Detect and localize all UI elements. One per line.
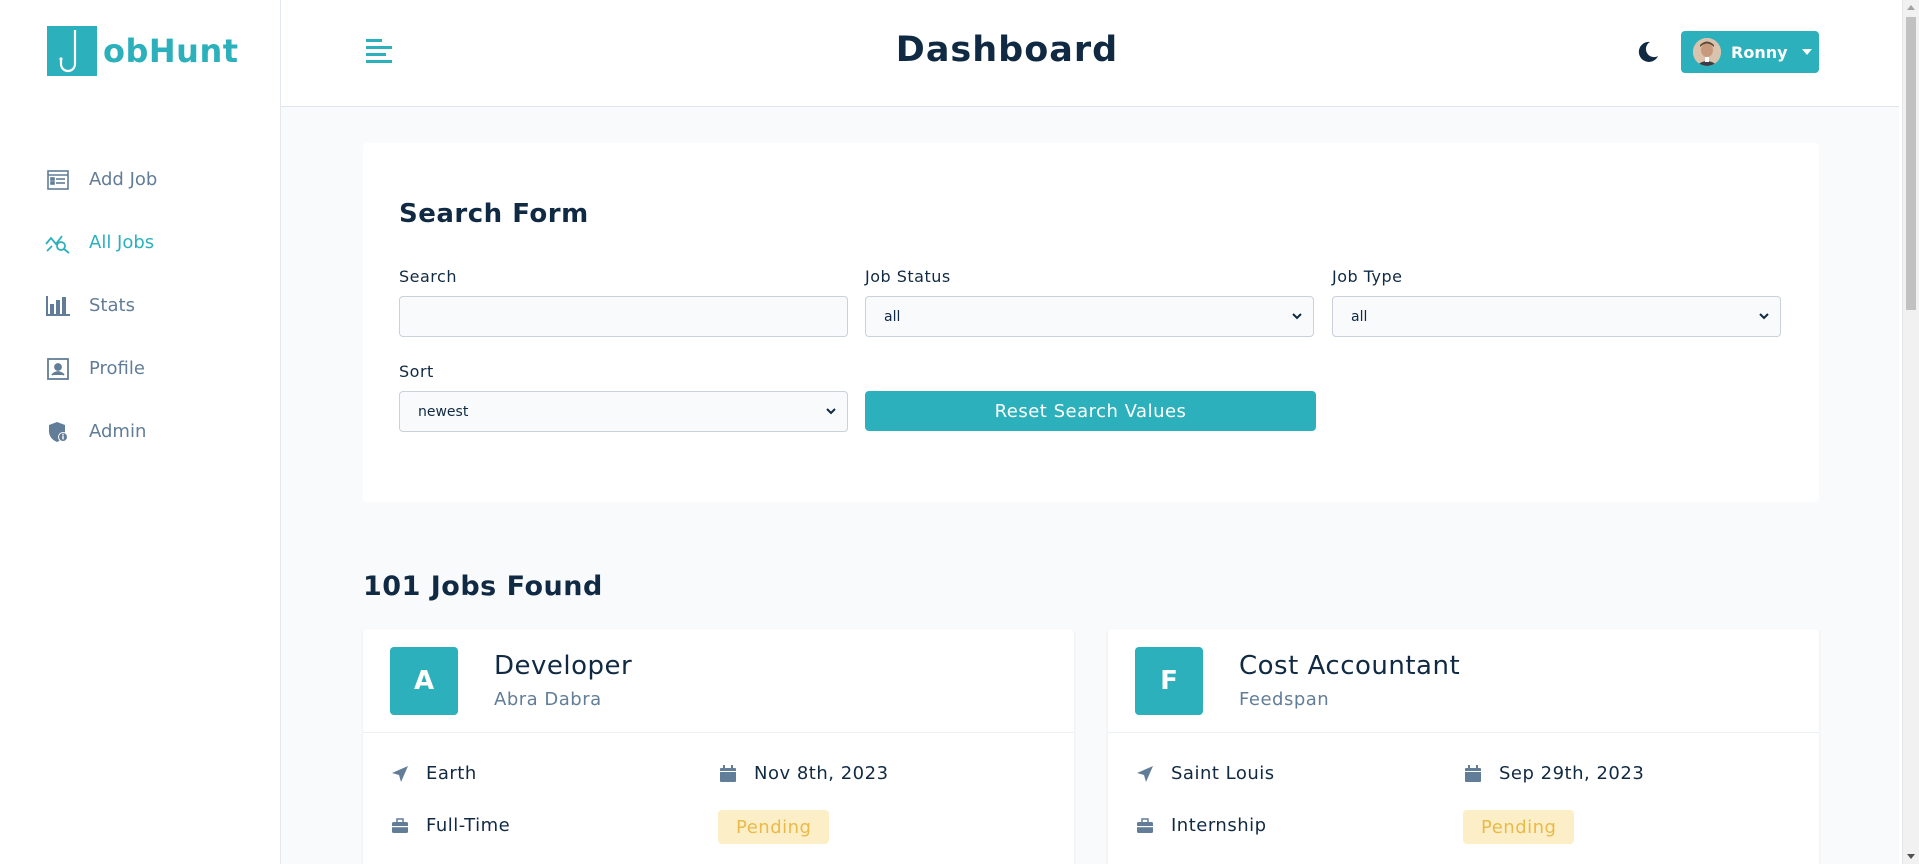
sidebar-item-add-job[interactable]: Add Job <box>0 148 280 211</box>
sidebar: obHunt Add Job All Jobs Stats Profile Ad… <box>0 0 281 864</box>
status-badge: Pending <box>1463 810 1575 844</box>
jobs-found-count: 101 Jobs Found <box>363 571 603 602</box>
user-name: Ronny <box>1731 42 1788 62</box>
scrollbar-thumb[interactable] <box>1906 17 1916 310</box>
job-type-value: all <box>1351 308 1368 325</box>
job-card: A Developer Abra Dabra Earth Nov 8th, 20… <box>363 629 1074 864</box>
job-location: Saint Louis <box>1135 763 1275 784</box>
briefcase-icon <box>390 816 410 836</box>
job-company: Abra Dabra <box>494 689 602 710</box>
list-form-icon <box>45 167 71 193</box>
job-position: Cost Accountant <box>1239 651 1461 681</box>
job-type-text: Internship <box>1171 815 1267 836</box>
job-date: Nov 8th, 2023 <box>718 763 889 784</box>
search-label: Search <box>399 267 457 286</box>
main-content: Search Form Search Job Status all Job Ty… <box>281 107 1899 864</box>
company-initial: A <box>390 647 458 715</box>
job-card-header: F Cost Accountant Feedspan <box>1108 629 1819 733</box>
page-scrollbar[interactable] <box>1902 0 1919 864</box>
job-type-label: Job Type <box>1332 267 1403 286</box>
job-type: Full-Time <box>390 815 510 836</box>
sort-value: newest <box>418 403 469 420</box>
search-form-title: Search Form <box>399 199 589 229</box>
avatar <box>1693 38 1721 66</box>
company-initial: F <box>1135 647 1203 715</box>
caret-down-icon <box>1801 49 1812 55</box>
sort-select[interactable]: newest <box>399 391 848 432</box>
sidebar-item-profile[interactable]: Profile <box>0 337 280 400</box>
chevron-down-icon <box>826 408 836 415</box>
search-input[interactable] <box>399 296 848 337</box>
location-arrow-icon <box>390 764 410 784</box>
scroll-down-arrow-icon[interactable] <box>1907 854 1915 859</box>
job-date-text: Nov 8th, 2023 <box>754 763 889 784</box>
scroll-up-arrow-icon[interactable] <box>1907 5 1915 10</box>
sidebar-item-label: Admin <box>89 421 147 442</box>
job-date: Sep 29th, 2023 <box>1463 763 1644 784</box>
job-location: Earth <box>390 763 477 784</box>
sort-label: Sort <box>399 362 434 381</box>
logo-mark <box>47 26 97 76</box>
location-arrow-icon <box>1135 764 1155 784</box>
sidebar-item-label: Profile <box>89 358 145 379</box>
reset-search-button[interactable]: Reset Search Values <box>865 391 1316 431</box>
logo[interactable]: obHunt <box>47 25 239 77</box>
job-position: Developer <box>494 651 633 681</box>
shield-icon <box>45 419 71 445</box>
job-card: F Cost Accountant Feedspan Saint Louis S… <box>1108 629 1819 864</box>
search-form: Search Form Search Job Status all Job Ty… <box>363 143 1819 502</box>
job-card-header: A Developer Abra Dabra <box>363 629 1074 733</box>
job-company: Feedspan <box>1239 689 1330 710</box>
briefcase-icon <box>1135 816 1155 836</box>
page-title: Dashboard <box>895 30 1119 70</box>
job-status-value: all <box>884 308 901 325</box>
status-badge: Pending <box>718 810 830 844</box>
sidebar-item-stats[interactable]: Stats <box>0 274 280 337</box>
job-type: Internship <box>1135 815 1267 836</box>
profile-card-icon <box>45 356 71 382</box>
job-location-text: Earth <box>426 763 477 784</box>
sidebar-nav: Add Job All Jobs Stats Profile Admin <box>0 148 280 463</box>
job-location-text: Saint Louis <box>1171 763 1275 784</box>
logo-text: obHunt <box>103 32 239 70</box>
chevron-down-icon <box>1759 313 1769 320</box>
chart-search-icon <box>45 230 71 256</box>
sidebar-item-label: Stats <box>89 295 135 316</box>
calendar-icon <box>718 764 738 784</box>
calendar-icon <box>1463 764 1483 784</box>
job-type-text: Full-Time <box>426 815 511 836</box>
chevron-down-icon <box>1292 313 1302 320</box>
sidebar-item-all-jobs[interactable]: All Jobs <box>0 211 280 274</box>
top-navbar: Dashboard Ronny <box>281 0 1899 107</box>
dark-mode-toggle-icon[interactable] <box>1636 40 1660 64</box>
job-date-text: Sep 29th, 2023 <box>1499 763 1645 784</box>
job-status-label: Job Status <box>865 267 951 286</box>
sidebar-item-label: Add Job <box>89 169 158 190</box>
sidebar-item-label: All Jobs <box>89 232 155 253</box>
job-status-select[interactable]: all <box>865 296 1314 337</box>
sidebar-item-admin[interactable]: Admin <box>0 400 280 463</box>
user-menu-button[interactable]: Ronny <box>1681 31 1819 73</box>
job-type-select[interactable]: all <box>1332 296 1781 337</box>
bar-chart-icon <box>45 293 71 319</box>
